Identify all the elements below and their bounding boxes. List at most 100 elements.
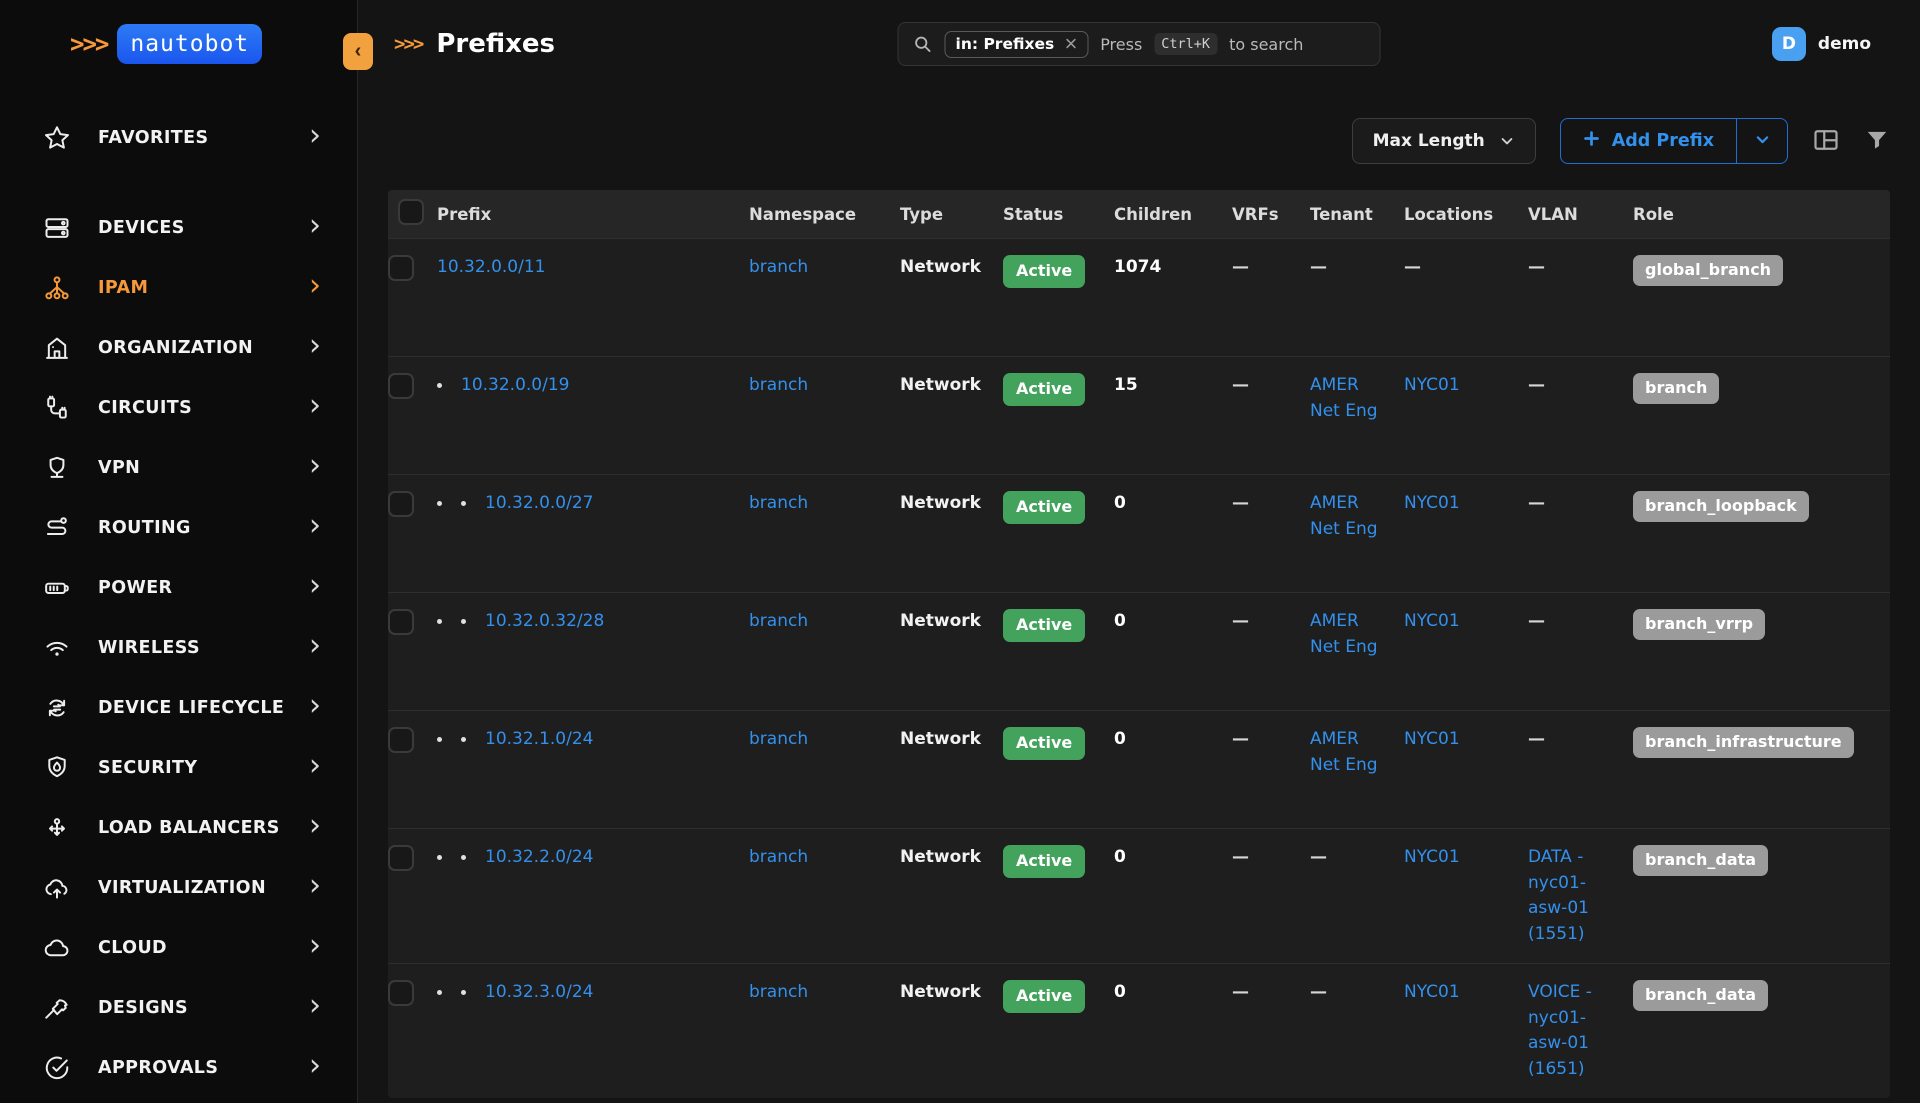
vrfs-empty: — [1232, 847, 1249, 867]
row-checkbox[interactable] [388, 845, 414, 871]
vrfs-cell: — [1232, 964, 1310, 1098]
prefix-cell: 10.32.3.0/24 [437, 964, 749, 1098]
locations-link[interactable]: NYC01 [1404, 493, 1460, 513]
column-header-tenant[interactable]: Tenant [1310, 205, 1404, 224]
designs-icon [42, 993, 72, 1023]
brand-logo[interactable]: >>> nautobot [0, 0, 357, 88]
funnel-icon [1864, 127, 1890, 156]
filter-button[interactable] [1864, 127, 1890, 156]
type-text: Network [900, 611, 981, 631]
namespace-link[interactable]: branch [749, 847, 808, 867]
role-badge[interactable]: branch_loopback [1633, 491, 1809, 522]
vlan-empty: — [1528, 729, 1545, 749]
select-all-checkbox[interactable] [398, 199, 424, 225]
column-header-prefix[interactable]: Prefix [437, 205, 749, 224]
column-header-vrfs[interactable]: VRFs [1232, 205, 1310, 224]
vrfs-empty: — [1232, 611, 1249, 631]
prefix-cell: 10.32.0.32/28 [437, 593, 749, 710]
user-menu[interactable]: D demo [1772, 27, 1871, 61]
locations-link[interactable]: NYC01 [1404, 847, 1460, 867]
status-badge: Active [1003, 980, 1085, 1013]
chevron-right-icon: › [309, 571, 321, 601]
tenant-link[interactable]: AMER Net Eng [1310, 611, 1378, 657]
table-config-button[interactable] [1812, 126, 1840, 157]
prefix-link[interactable]: 10.32.3.0/24 [485, 982, 593, 1002]
role-badge[interactable]: branch_data [1633, 845, 1768, 876]
namespace-link[interactable]: branch [749, 375, 808, 395]
sidebar-item-security[interactable]: SECURITY› [0, 738, 357, 798]
locations-link[interactable]: NYC01 [1404, 982, 1460, 1002]
max-length-dropdown[interactable]: Max Length [1352, 118, 1536, 164]
close-icon[interactable] [1064, 37, 1077, 50]
tenant-link[interactable]: AMER Net Eng [1310, 729, 1378, 775]
column-header-status[interactable]: Status [1003, 205, 1114, 224]
main-area: ‹ >>> Prefixes in: Prefixes [358, 0, 1920, 1103]
prefix-link[interactable]: 10.32.0.0/19 [461, 375, 569, 395]
tenant-cell: AMER Net Eng [1310, 475, 1404, 592]
sidebar-item-label: CLOUD [98, 938, 167, 958]
column-header-children[interactable]: Children [1114, 205, 1232, 224]
role-badge[interactable]: branch_vrrp [1633, 609, 1765, 640]
sidebar-item-ipam[interactable]: IPAM› [0, 258, 357, 318]
namespace-link[interactable]: branch [749, 611, 808, 631]
chevron-right-icon: › [309, 271, 321, 301]
sidebar-item-virtualization[interactable]: VIRTUALIZATION› [0, 858, 357, 918]
column-header-vlan[interactable]: VLAN [1528, 205, 1633, 224]
chevron-right-icon: › [309, 691, 321, 721]
prefix-link[interactable]: 10.32.1.0/24 [485, 729, 593, 749]
role-badge[interactable]: branch_data [1633, 980, 1768, 1011]
row-checkbox[interactable] [388, 255, 414, 281]
prefix-link[interactable]: 10.32.0.0/11 [437, 257, 545, 277]
role-badge[interactable]: branch_infrastructure [1633, 727, 1854, 758]
search-scope-chip[interactable]: in: Prefixes [945, 31, 1089, 58]
sidebar-item-vpn[interactable]: VPN› [0, 438, 357, 498]
role-badge[interactable]: global_branch [1633, 255, 1783, 286]
row-checkbox[interactable] [388, 491, 414, 517]
status-badge: Active [1003, 373, 1085, 406]
children-count: 15 [1114, 375, 1138, 395]
cloud-icon [42, 933, 72, 963]
prefix-link[interactable]: 10.32.0.32/28 [485, 611, 604, 631]
locations-link[interactable]: NYC01 [1404, 729, 1460, 749]
type-cell: Network [900, 964, 1003, 1098]
row-checkbox[interactable] [388, 980, 414, 1006]
namespace-link[interactable]: branch [749, 493, 808, 513]
column-header-role[interactable]: Role [1633, 205, 1890, 224]
global-search-input[interactable]: in: Prefixes Press Ctrl+K to search [898, 22, 1381, 66]
prefix-link[interactable]: 10.32.0.0/27 [485, 493, 593, 513]
sidebar-item-wireless[interactable]: WIRELESS› [0, 618, 357, 678]
prefix-link[interactable]: 10.32.2.0/24 [485, 847, 593, 867]
namespace-link[interactable]: branch [749, 257, 808, 277]
add-prefix-caret-button[interactable] [1737, 119, 1787, 163]
vlan-link[interactable]: VOICE - nyc01-asw-01 (1651) [1528, 982, 1592, 1079]
sidebar-item-devices[interactable]: DEVICES› [0, 198, 357, 258]
tenant-link[interactable]: AMER Net Eng [1310, 493, 1378, 539]
table-row: 10.32.0.0/19branchNetworkActive15—AMER N… [388, 356, 1890, 474]
tenant-link[interactable]: AMER Net Eng [1310, 375, 1378, 421]
namespace-link[interactable]: branch [749, 982, 808, 1002]
column-header-namespace[interactable]: Namespace [749, 205, 900, 224]
sidebar-item-designs[interactable]: DESIGNS› [0, 978, 357, 1038]
sidebar-item-approvals[interactable]: APPROVALS› [0, 1038, 357, 1098]
row-checkbox[interactable] [388, 609, 414, 635]
namespace-link[interactable]: branch [749, 729, 808, 749]
sidebar-item-favorites[interactable]: FAVORITES› [0, 108, 357, 168]
column-header-type[interactable]: Type [900, 205, 1003, 224]
locations-link[interactable]: NYC01 [1404, 611, 1460, 631]
sidebar-item-load-balancers[interactable]: LOAD BALANCERS› [0, 798, 357, 858]
row-checkbox[interactable] [388, 373, 414, 399]
column-header-locations[interactable]: Locations [1404, 205, 1528, 224]
vrfs-empty: — [1232, 729, 1249, 749]
sidebar-item-device-lifecycle[interactable]: DEVICE LIFECYCLE› [0, 678, 357, 738]
role-badge[interactable]: branch [1633, 373, 1719, 404]
row-checkbox[interactable] [388, 727, 414, 753]
sidebar-item-routing[interactable]: ROUTING› [0, 498, 357, 558]
sidebar-item-cloud[interactable]: CLOUD› [0, 918, 357, 978]
sidebar-item-organization[interactable]: ORGANIZATION› [0, 318, 357, 378]
sidebar-item-power[interactable]: POWER› [0, 558, 357, 618]
vlan-link[interactable]: DATA - nyc01-asw-01 (1551) [1528, 847, 1589, 944]
locations-link[interactable]: NYC01 [1404, 375, 1460, 395]
sidebar-item-circuits[interactable]: CIRCUITS› [0, 378, 357, 438]
add-prefix-button[interactable]: Add Prefix [1561, 119, 1737, 163]
sidebar-collapse-button[interactable]: ‹ [343, 33, 373, 70]
